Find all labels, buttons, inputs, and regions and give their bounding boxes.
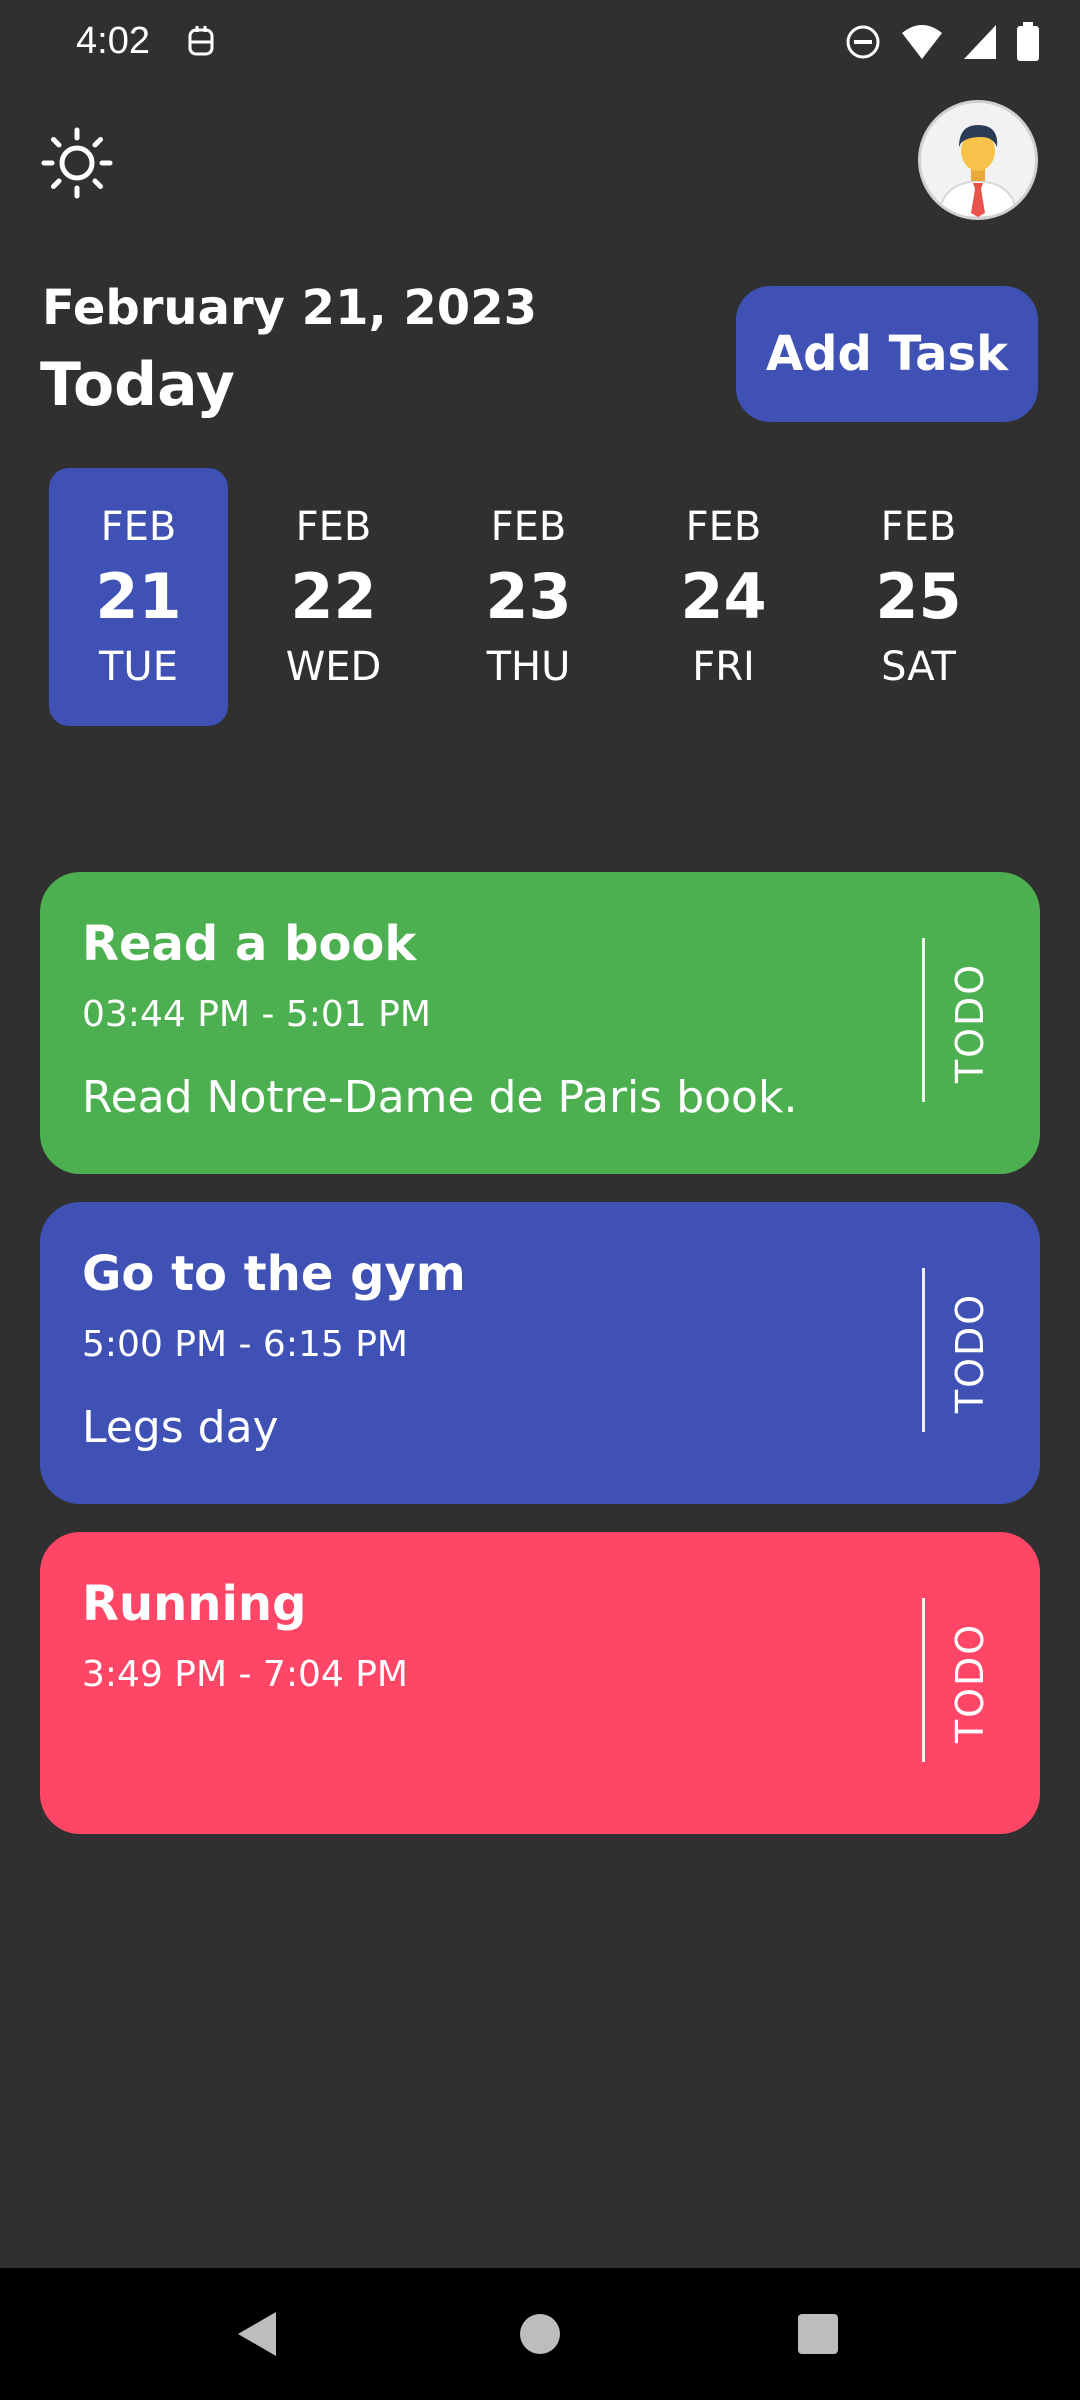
date-weekday: FRI [692,644,755,690]
date-month: FEB [295,504,372,550]
signal-icon [962,23,998,65]
task-title: Go to the gym [82,1246,466,1302]
task-card-running[interactable]: Running 3:49 PM - 7:04 PM TODO [40,1532,1040,1834]
date-day: 25 [875,560,962,633]
date-item-feb-22[interactable]: FEB 22 WED [244,468,423,726]
notification-icon [186,22,216,66]
wifi-icon [900,23,944,65]
task-list: Read a book 03:44 PM - 5:01 PM Read Notr… [40,872,1040,1862]
recents-icon[interactable] [798,2314,838,2354]
task-time: 03:44 PM - 5:01 PM [82,994,431,1035]
date-weekday: THU [486,644,571,690]
date-month: FEB [490,504,567,550]
task-time: 3:49 PM - 7:04 PM [82,1654,408,1695]
task-divider [922,938,925,1102]
task-time: 5:00 PM - 6:15 PM [82,1324,408,1365]
task-card-go-to-the-gym[interactable]: Go to the gym 5:00 PM - 6:15 PM Legs day… [40,1202,1040,1504]
task-status-label: TODO [948,1292,992,1414]
user-avatar-icon [921,103,1035,217]
date-weekday: WED [285,644,382,690]
status-bar: 4:02 [0,0,1080,86]
system-navigation-bar [0,2268,1080,2400]
date-day: 24 [680,560,767,633]
date-month: FEB [685,504,762,550]
task-note: Legs day [82,1402,279,1453]
page-title: Today [40,350,235,420]
task-status-label: TODO [948,1622,992,1744]
date-item-feb-24[interactable]: FEB 24 FRI [634,468,813,726]
date-day: 22 [290,560,377,633]
date-day: 23 [485,560,572,633]
avatar[interactable] [918,100,1038,220]
date-picker-strip: FEB 21 TUE FEB 22 WED FEB 23 THU FEB 24 … [49,468,1008,726]
sun-icon [40,127,114,204]
date-month: FEB [880,504,957,550]
theme-toggle-button[interactable] [40,126,114,200]
task-divider [922,1268,925,1432]
task-title: Running [82,1576,307,1632]
task-card-read-a-book[interactable]: Read a book 03:44 PM - 5:01 PM Read Notr… [40,872,1040,1174]
task-divider [922,1598,925,1762]
back-icon[interactable] [236,2310,278,2362]
date-day: 21 [95,560,182,633]
task-status-label: TODO [948,962,992,1084]
date-month: FEB [100,504,177,550]
do-not-disturb-icon [844,23,882,65]
date-item-feb-23[interactable]: FEB 23 THU [439,468,618,726]
current-date-label: February 21, 2023 [42,280,537,336]
status-time: 4:02 [76,20,150,62]
date-item-feb-21[interactable]: FEB 21 TUE [49,468,228,726]
add-task-button[interactable]: Add Task [736,286,1038,422]
task-title: Read a book [82,916,417,972]
battery-icon [1016,22,1040,66]
date-weekday: TUE [99,644,178,690]
date-item-feb-25[interactable]: FEB 25 SAT [829,468,1008,726]
date-weekday: SAT [881,644,956,690]
task-note: Read Notre-Dame de Paris book. [82,1072,798,1123]
home-icon[interactable] [520,2314,560,2354]
